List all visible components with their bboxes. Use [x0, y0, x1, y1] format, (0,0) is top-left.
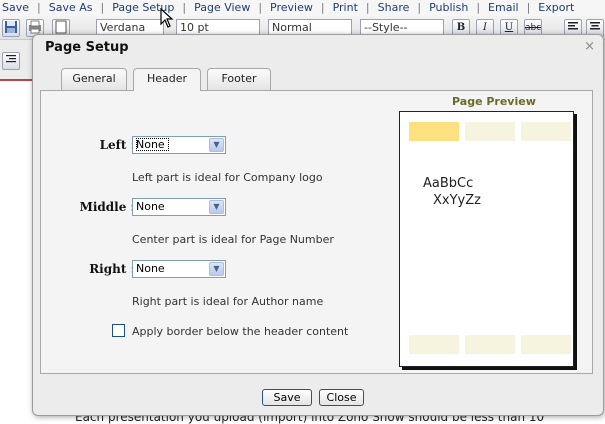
ruler-mark — [0, 79, 32, 81]
left-select-value: None — [136, 138, 169, 151]
menu-separator: | — [476, 1, 481, 14]
font-size-value: 10 pt — [180, 21, 209, 34]
middle-select[interactable]: None ▼ — [132, 198, 226, 216]
middle-select-value: None — [136, 200, 165, 213]
document-icon — [55, 20, 67, 34]
middle-label: Middle : — [79, 200, 135, 214]
tab-footer[interactable]: Footer — [207, 68, 271, 90]
right-label: Right : — [89, 262, 135, 276]
menu-save[interactable]: Save — [2, 0, 29, 15]
border-checkbox[interactable] — [112, 324, 125, 337]
preview-sample-text: XxYyZz — [433, 193, 481, 208]
menu-export[interactable]: Export — [538, 0, 574, 15]
chevron-down-icon: ▼ — [209, 262, 224, 276]
left-select[interactable]: None ▼ — [132, 136, 226, 154]
close-button[interactable]: Close — [319, 389, 364, 406]
printer-icon — [29, 20, 41, 34]
save-button[interactable]: Save — [262, 389, 312, 406]
menu-separator: | — [258, 1, 263, 14]
menu-separator: | — [37, 1, 41, 14]
menu-email[interactable]: Email — [488, 0, 519, 15]
menu-preview[interactable]: Preview — [270, 0, 313, 15]
chevron-down-icon: ▼ — [209, 200, 224, 214]
preview-footer-middle — [465, 335, 515, 354]
menu-separator: | — [417, 1, 422, 14]
chevron-down-icon: ▼ — [209, 138, 224, 152]
tab-header[interactable]: Header — [133, 68, 201, 91]
menu-page-view[interactable]: Page View — [194, 0, 250, 15]
menu-separator: | — [320, 1, 325, 14]
menu-share[interactable]: Share — [378, 0, 410, 15]
mouse-pointer-icon — [160, 8, 174, 28]
preview-footer-left — [409, 335, 459, 354]
menu-bar: Save | Save As | Page Setup | Page View | Previe… — [0, 0, 605, 16]
indent-button[interactable] — [2, 52, 20, 70]
paragraph-value: Normal — [272, 21, 312, 34]
align-left-icon — [568, 22, 578, 30]
indent-icon — [6, 55, 16, 63]
menu-separator: | — [182, 1, 187, 14]
tab-general[interactable]: General — [61, 68, 127, 90]
menu-print[interactable]: Print — [333, 0, 358, 15]
preview-footer-right — [521, 335, 571, 354]
floppy-disk-icon — [5, 21, 17, 33]
right-select-value: None — [136, 262, 165, 275]
menu-separator: | — [526, 1, 531, 14]
close-icon[interactable]: × — [584, 39, 595, 54]
page-setup-dialog: Page Setup × General Header Footer Left … — [32, 34, 604, 416]
right-select[interactable]: None ▼ — [132, 260, 226, 278]
menu-separator: | — [365, 1, 370, 14]
header-settings-panel: Left : None ▼ Left part is ideal for Com… — [40, 90, 593, 374]
font-family-value: Verdana — [100, 21, 146, 34]
left-label: Left : — [99, 138, 135, 152]
menu-publish[interactable]: Publish — [429, 0, 468, 15]
preview-sample-text: AaBbCc — [423, 176, 474, 191]
right-hint: Right part is ideal for Author name — [132, 295, 324, 308]
border-checkbox-label: Apply border below the header content — [132, 325, 349, 338]
middle-hint: Center part is ideal for Page Number — [132, 233, 334, 246]
align-center-icon — [590, 22, 600, 30]
preview-header-left — [409, 122, 459, 141]
preview-header-middle — [465, 122, 515, 141]
page-preview: AaBbCc XxYyZz — [399, 111, 574, 367]
style-value: --Style-- — [364, 21, 408, 34]
preview-title: Page Preview — [452, 95, 536, 108]
left-hint: Left part is ideal for Company logo — [132, 171, 323, 184]
dialog-title: Page Setup — [45, 40, 129, 55]
menu-save-as[interactable]: Save As — [49, 0, 93, 15]
save-icon[interactable] — [2, 19, 20, 37]
preview-header-right — [521, 122, 571, 141]
menu-separator: | — [100, 1, 105, 14]
